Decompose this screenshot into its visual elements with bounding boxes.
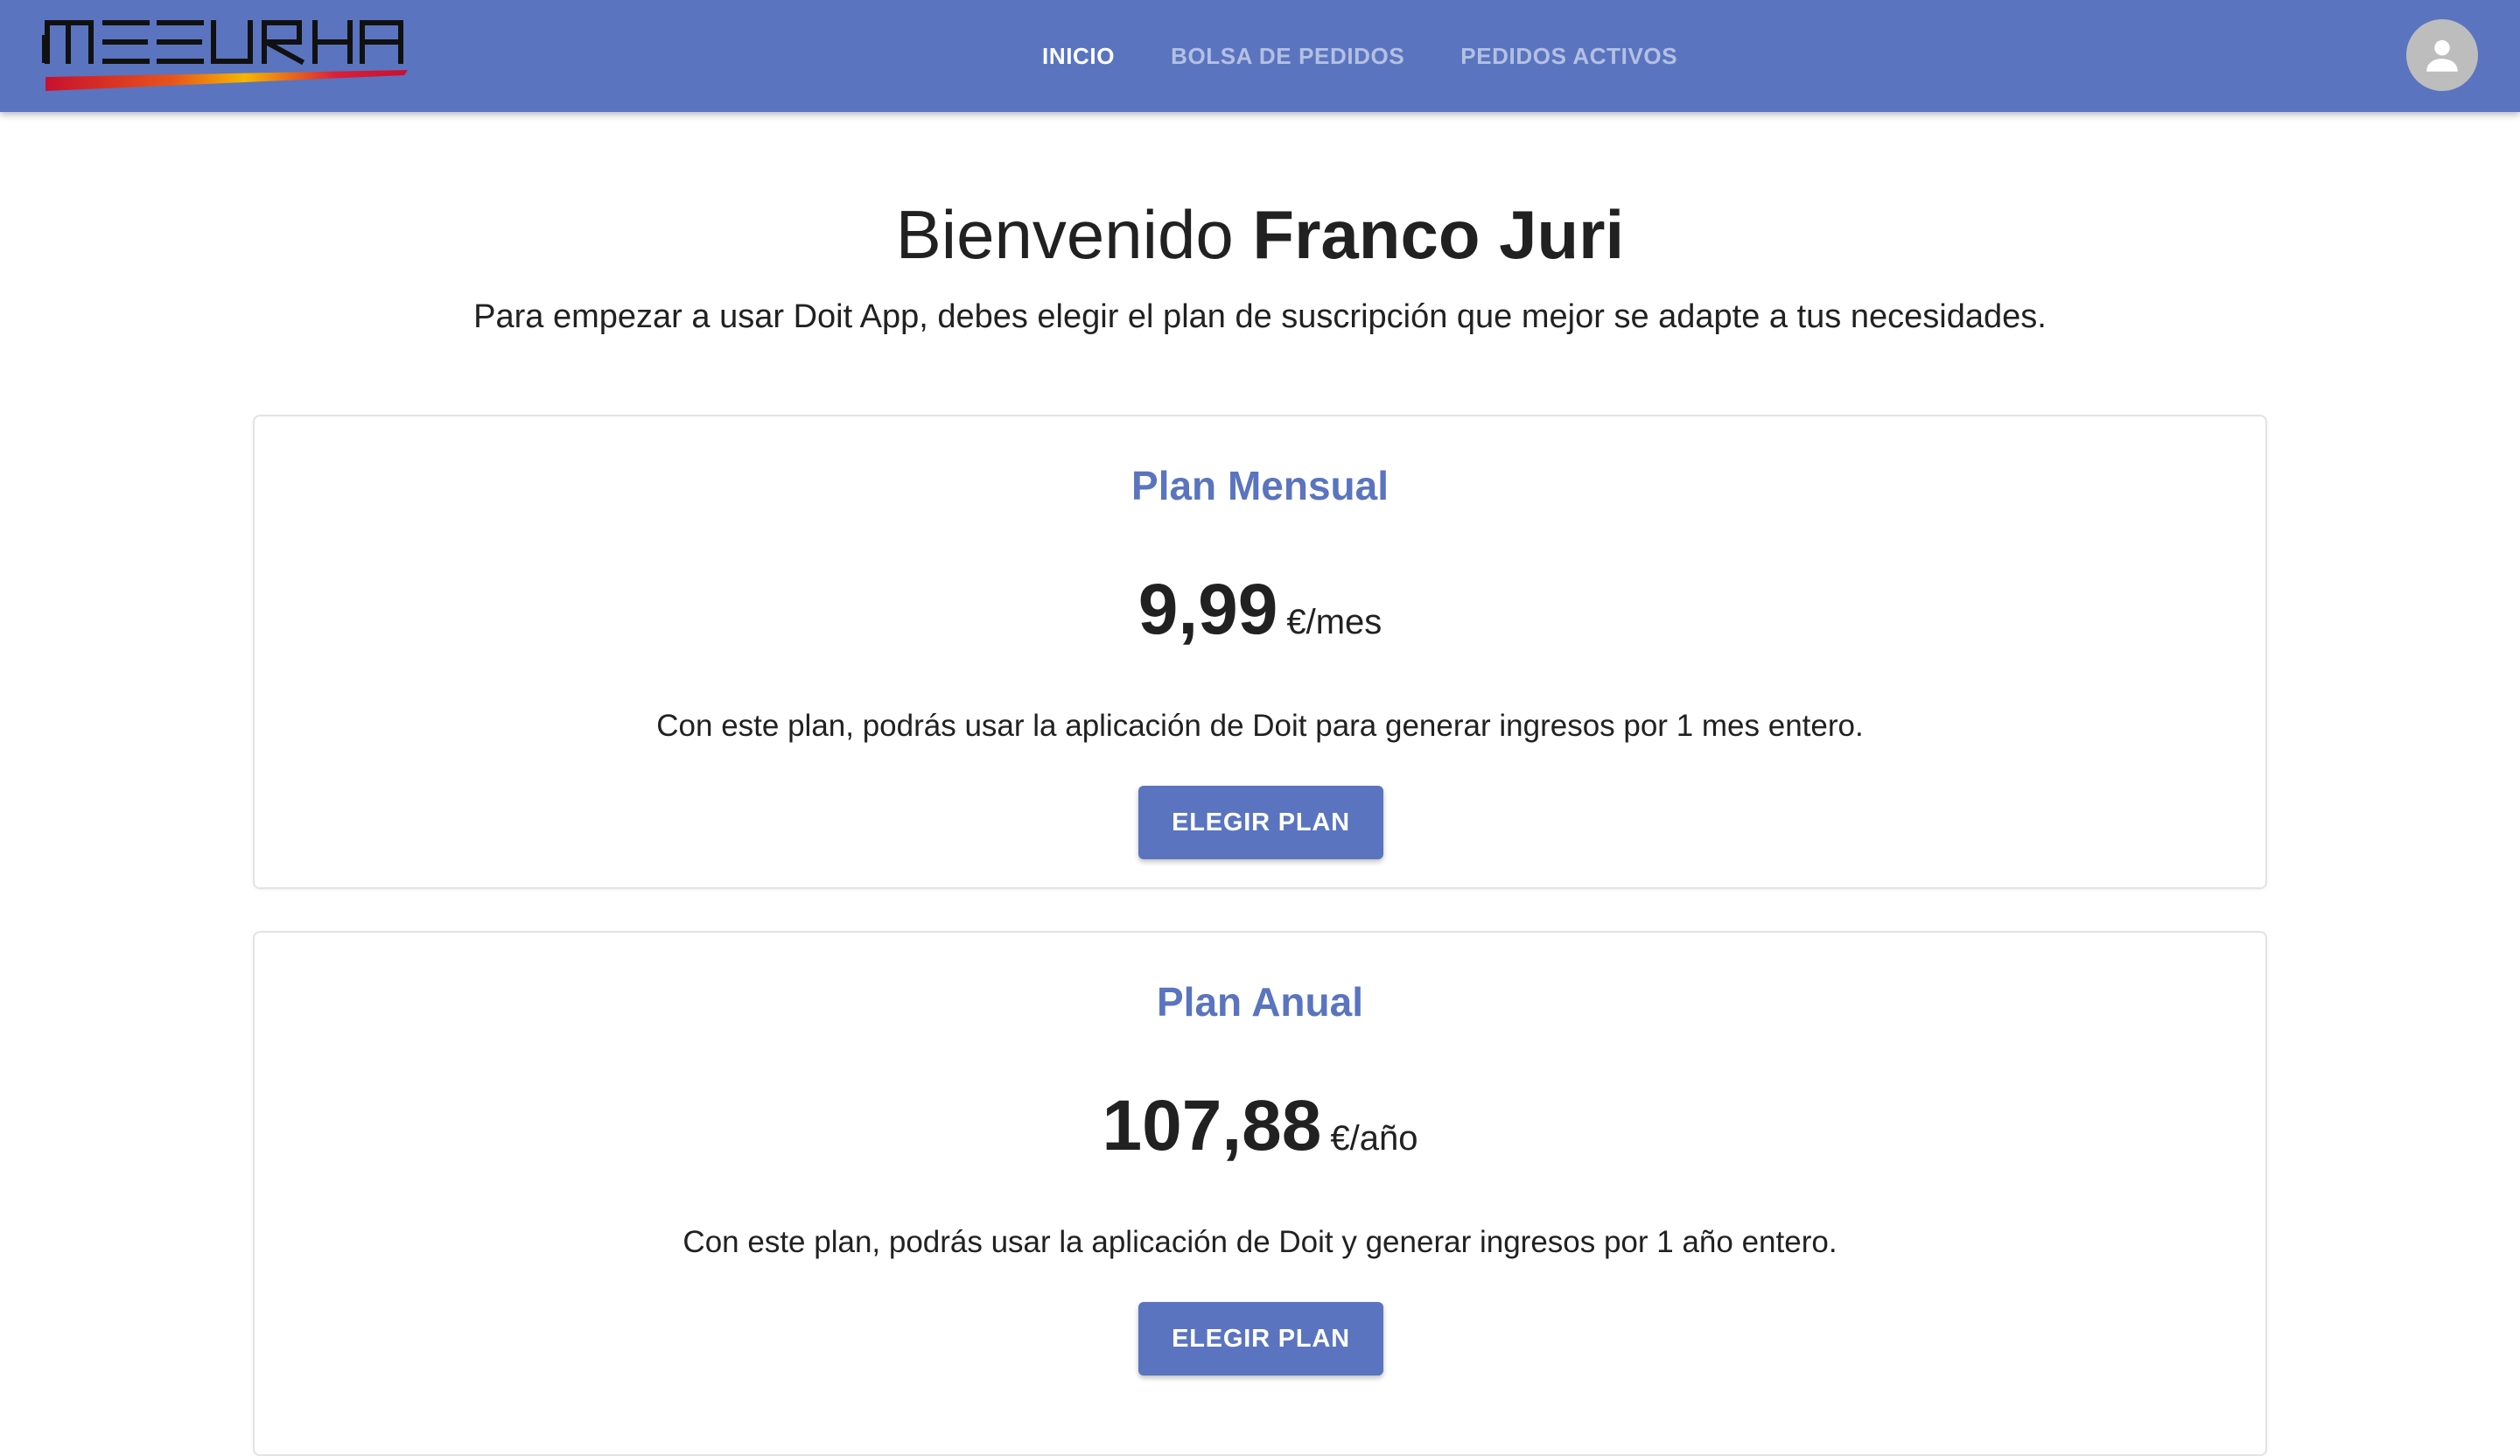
nav-item-inicio[interactable]: INICIO bbox=[1014, 0, 1143, 112]
plan-description: Con este plan, podrás usar la aplicación… bbox=[656, 709, 1864, 743]
price-value: 9,99 bbox=[1138, 570, 1278, 649]
top-app-bar: INICIO BOLSA DE PEDIDOS PEDIDOS ACTIVOS bbox=[0, 0, 2520, 112]
plan-description: Con este plan, podrás usar la aplicación… bbox=[682, 1225, 1838, 1259]
meeurha-logo[interactable] bbox=[42, 16, 418, 96]
welcome-greeting: Bienvenido bbox=[895, 196, 1234, 273]
main-nav: INICIO BOLSA DE PEDIDOS PEDIDOS ACTIVOS bbox=[1014, 0, 1705, 112]
nav-item-bolsa-de-pedidos[interactable]: BOLSA DE PEDIDOS bbox=[1143, 0, 1432, 112]
nav-item-pedidos-activos[interactable]: PEDIDOS ACTIVOS bbox=[1432, 0, 1705, 112]
elegir-plan-anual-button[interactable]: ELEGIR PLAN bbox=[1138, 1302, 1383, 1376]
price-value: 107,88 bbox=[1102, 1086, 1322, 1166]
plan-price: 107,88 €/año bbox=[255, 1090, 2265, 1162]
account-circle-icon bbox=[2426, 39, 2458, 72]
plan-card-anual: Plan Anual 107,88 €/año Con este plan, po… bbox=[253, 931, 2267, 1456]
user-name: Franco Juri bbox=[1252, 196, 1625, 273]
price-unit: €/año bbox=[1330, 1119, 1418, 1158]
elegir-plan-mensual-button[interactable]: ELEGIR PLAN bbox=[1138, 786, 1383, 859]
user-avatar-button[interactable] bbox=[2406, 19, 2478, 91]
welcome-heading: Bienvenido Franco Juri bbox=[0, 194, 2520, 276]
welcome-subtitle: Para empezar a usar Doit App, debes eleg… bbox=[473, 298, 2047, 335]
plan-price: 9,99 €/mes bbox=[255, 574, 2265, 646]
plan-card-mensual: Plan Mensual 9,99 €/mes Con este plan, po… bbox=[253, 415, 2267, 889]
plan-title: Plan Mensual bbox=[1131, 463, 1389, 508]
price-unit: €/mes bbox=[1286, 603, 1382, 641]
plan-title: Plan Anual bbox=[1157, 979, 1363, 1025]
main-content: Bienvenido Franco Juri Para empezar a us… bbox=[0, 112, 2520, 1456]
